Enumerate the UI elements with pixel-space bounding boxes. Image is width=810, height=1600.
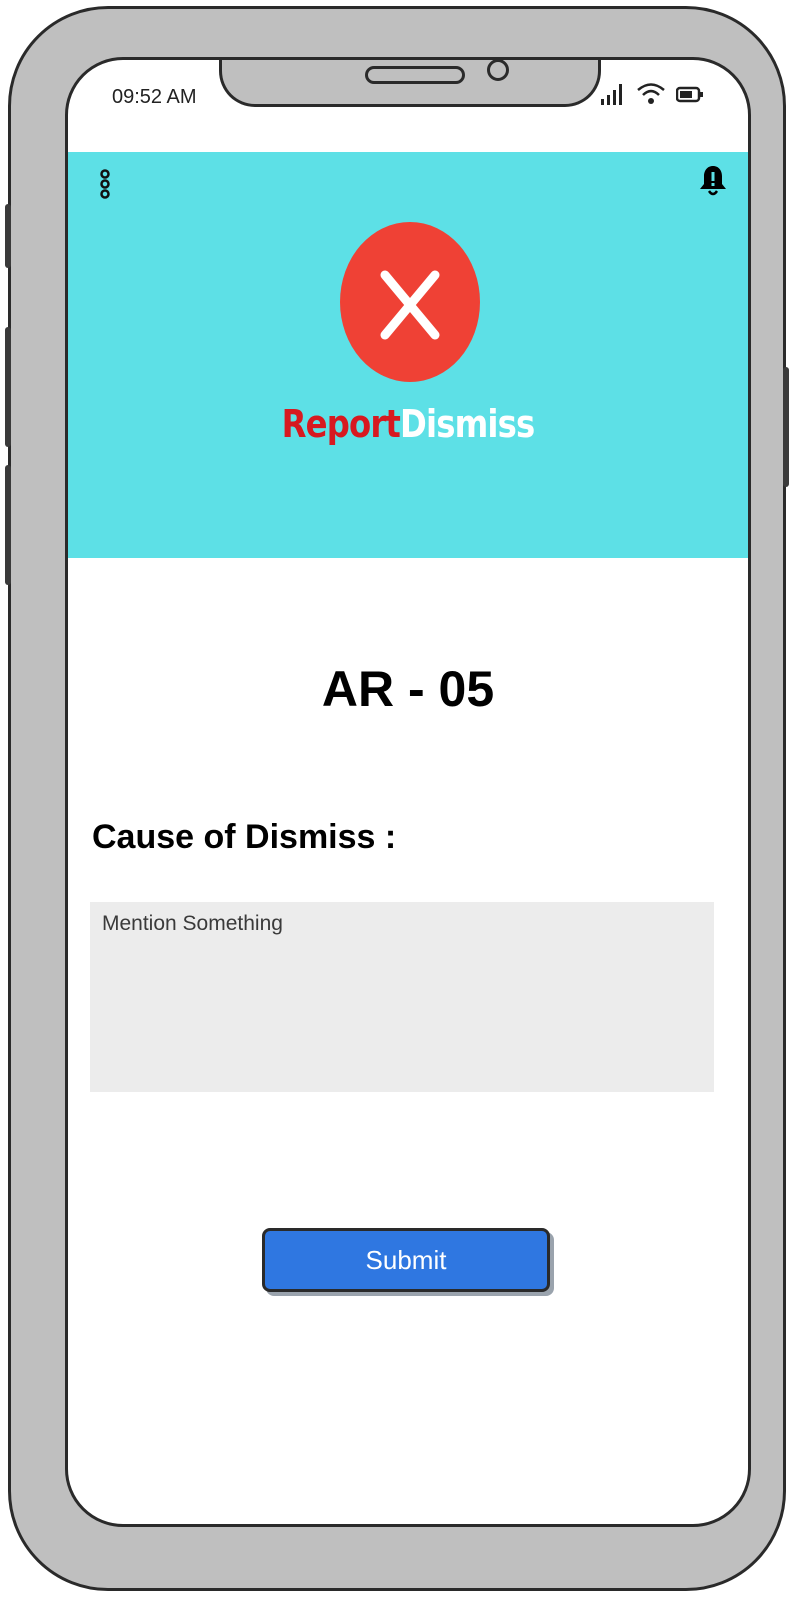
phone-screen: 09:52 AM ReportDismiss AR - 05 Cause of … xyxy=(65,57,751,1527)
close-x-icon xyxy=(380,270,440,340)
phone-notch xyxy=(219,60,601,107)
phone-side-button xyxy=(5,204,11,268)
more-vertical-icon[interactable] xyxy=(94,168,116,200)
cause-of-dismiss-input[interactable] xyxy=(90,902,714,1092)
phone-frame: 09:52 AM ReportDismiss AR - 05 Cause of … xyxy=(5,6,789,1591)
bell-alert-icon[interactable] xyxy=(698,164,728,198)
app-header: ReportDismiss xyxy=(68,152,748,558)
brand-text-report: Report xyxy=(281,402,401,446)
phone-volume-up-button xyxy=(5,327,11,447)
signal-icon xyxy=(601,84,622,105)
phone-power-button xyxy=(783,367,789,487)
status-time: 09:52 AM xyxy=(112,86,197,108)
cause-of-dismiss-label: Cause of Dismiss : xyxy=(92,818,397,856)
dismiss-logo-badge xyxy=(340,222,480,382)
speaker-grille xyxy=(365,66,465,84)
phone-volume-down-button xyxy=(5,465,11,585)
status-icons xyxy=(600,82,704,106)
brand-logo-text: ReportDismiss xyxy=(119,402,697,446)
submit-button[interactable]: Submit xyxy=(262,1228,550,1292)
wifi-icon xyxy=(637,83,665,104)
battery-icon xyxy=(676,86,703,103)
report-id-title: AR - 05 xyxy=(321,661,495,717)
brand-text-dismiss: Dismiss xyxy=(400,402,535,446)
front-camera xyxy=(487,60,509,81)
